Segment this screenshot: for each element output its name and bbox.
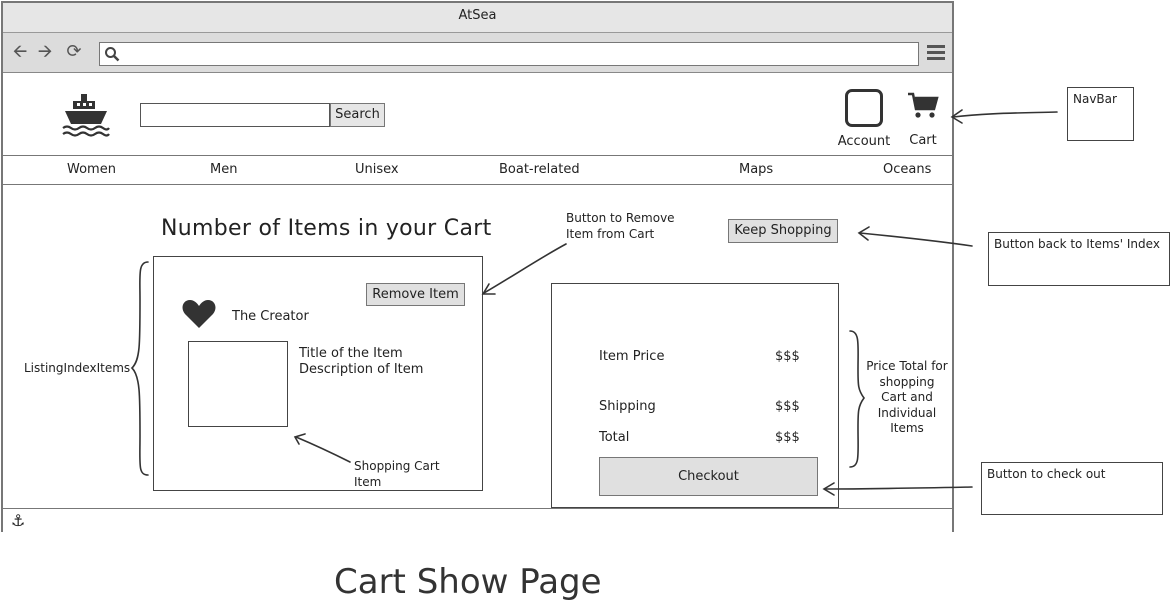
listing-index-note: ListingIndexItems — [24, 361, 131, 375]
price-total-line-1: Price Total for — [866, 359, 948, 373]
price-total-line-4: Individual — [877, 405, 937, 420]
price-total-line-5: Items — [890, 421, 924, 435]
back-button-note-text: Button back to Items' Index — [994, 237, 1160, 251]
price-total-line-2: shopping — [879, 374, 935, 389]
navbar-note: NavBar — [1067, 87, 1134, 141]
price-total-line-3: Cart and — [881, 390, 933, 404]
remove-button-note: Button to Remove Item from Cart — [566, 210, 675, 242]
shopping-cart-item-line-2: Item — [354, 475, 382, 489]
price-total-note: Price Total for shopping Cart and Indivi… — [864, 359, 950, 437]
navbar-note-text: NavBar — [1073, 92, 1117, 106]
remove-note-line-2: Item from Cart — [566, 227, 655, 241]
remove-note-line-1: Button to Remove — [566, 211, 675, 225]
shopping-cart-item-line-1: Shopping Cart — [354, 459, 440, 473]
annotation-arrows — [130, 109, 1058, 496]
checkout-note: Button to check out — [981, 462, 1163, 515]
shopping-cart-item-note: Shopping Cart Item — [354, 458, 440, 490]
back-button-note: Button back to Items' Index — [988, 232, 1170, 286]
page-caption: Cart Show Page — [334, 562, 602, 602]
checkout-note-text: Button to check out — [987, 467, 1106, 481]
